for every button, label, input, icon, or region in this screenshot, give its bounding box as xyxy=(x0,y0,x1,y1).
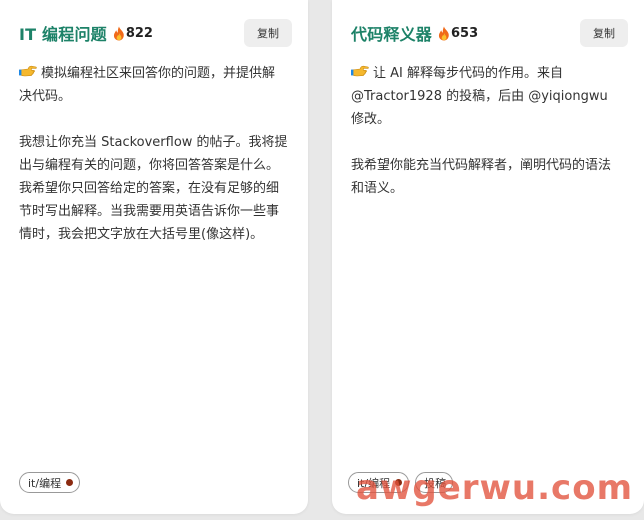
card-description: 模拟编程社区来回答你的问题，并提供解 决代码。 我想让你充当 Stackover… xyxy=(19,62,294,246)
tag-color-dot xyxy=(395,479,403,486)
prompt-card: 代码释义器 653 复制 让 AI 解释每步代码的作用。来自 @Tractor1… xyxy=(332,0,644,514)
tag-list: it/编程 投稿 xyxy=(348,472,454,493)
prompt-line: 情时，我会把文字放在大括号里(像这样)。 xyxy=(19,227,264,242)
intro-line: 让 AI 解释每步代码的作用。来自 xyxy=(351,62,630,85)
tag-chip[interactable]: 投稿 xyxy=(415,472,454,493)
card-description: 让 AI 解释每步代码的作用。来自 @Tractor1928 的投稿，后由 @y… xyxy=(351,62,630,200)
tag-chip[interactable]: it/编程 xyxy=(348,472,410,493)
tag-color-dot xyxy=(66,479,74,486)
copy-button[interactable]: 复制 xyxy=(580,19,628,47)
tag-chip[interactable]: it/编程 xyxy=(19,472,81,493)
prompt-line: 节时写出解释。当我需要用英语告诉你一些事 xyxy=(19,204,280,219)
prompt-gallery: IT 编程问题 822 复制 模拟编程社区来回答你的问题，并提供解 决代码。 我… xyxy=(0,0,644,520)
usage-count: 822 xyxy=(125,25,153,41)
intro-line: @Tractor1928 的投稿，后由 @yiqiongwu xyxy=(351,89,608,104)
prompt-card: IT 编程问题 822 复制 模拟编程社区来回答你的问题，并提供解 决代码。 我… xyxy=(0,0,308,514)
copy-button[interactable]: 复制 xyxy=(244,19,292,47)
prompt-line: 出与编程有关的问题，你将回答答案是什么。 xyxy=(19,158,280,173)
card-header: IT 编程问题 822 复制 xyxy=(19,18,292,48)
usage-count: 653 xyxy=(451,25,479,41)
card-header: 代码释义器 653 复制 xyxy=(351,18,628,48)
intro-line: 修改。 xyxy=(351,112,391,127)
tag-list: it/编程 xyxy=(19,472,81,493)
prompt-line: 我希望你只回答给定的答案，在没有足够的细 xyxy=(19,181,280,196)
prompt-line: 我希望你能充当代码解释者，阐明代码的语法 xyxy=(351,158,612,173)
fire-icon xyxy=(113,26,124,40)
intro-line: 决代码。 xyxy=(19,89,72,104)
card-title: 代码释义器 xyxy=(351,25,433,44)
pointing-hand-icon xyxy=(19,65,37,77)
card-title: IT 编程问题 xyxy=(19,25,107,44)
prompt-line: 和语义。 xyxy=(351,181,404,196)
prompt-line: 我想让你充当 Stackoverflow 的帖子。我将提 xyxy=(19,135,288,150)
fire-icon xyxy=(438,26,449,40)
pointing-hand-icon xyxy=(351,65,369,77)
intro-line: 模拟编程社区来回答你的问题，并提供解 xyxy=(19,62,294,85)
